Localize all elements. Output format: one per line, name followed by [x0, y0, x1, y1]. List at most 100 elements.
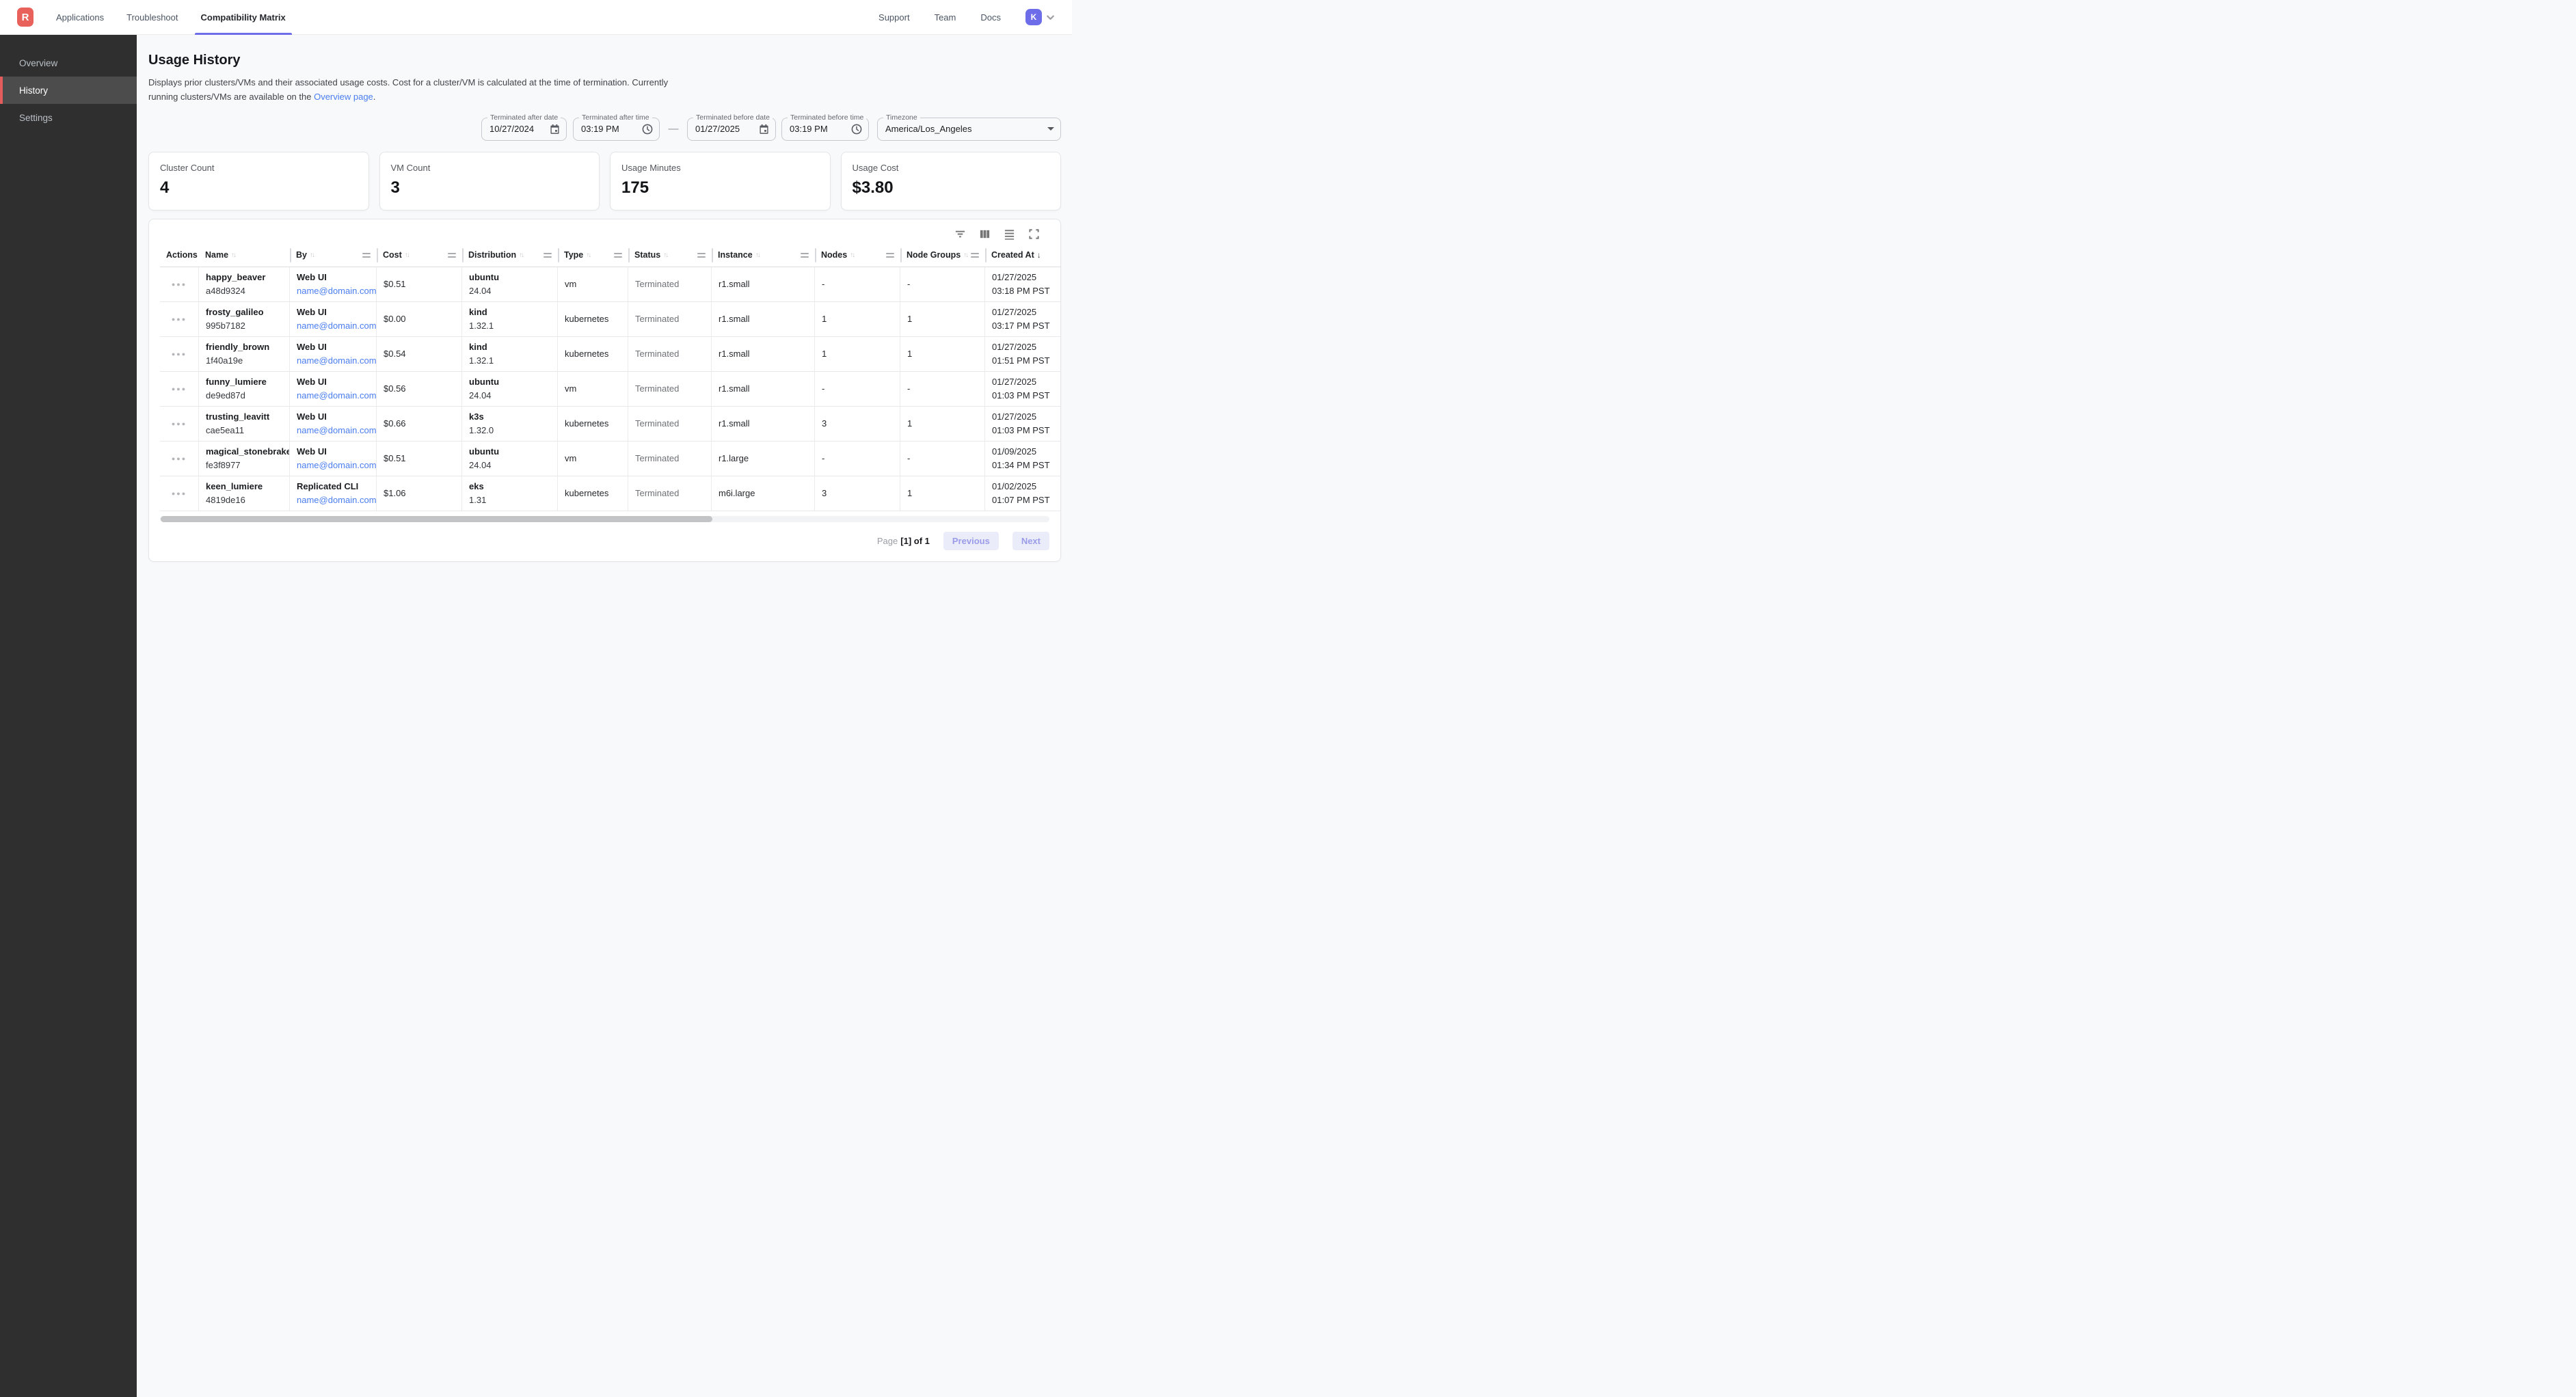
email-link[interactable]: name@domain.com	[297, 425, 376, 435]
instance-cell: r1.small	[712, 407, 815, 441]
row-menu-icon[interactable]: ●●●	[172, 490, 187, 497]
sort-icon[interactable]: ↑↓	[310, 252, 314, 259]
sidebar-item-settings[interactable]: Settings	[0, 104, 137, 131]
table-row[interactable]: ●●● funny_lumierede9ed87d Web UIname@dom…	[160, 372, 1061, 407]
email-link[interactable]: name@domain.com	[297, 390, 376, 401]
terminated-after-time-field[interactable]: Terminated after time 03:19 PM	[573, 118, 660, 141]
sort-icon[interactable]: ↑↓	[755, 252, 760, 259]
replicated-logo[interactable]: R	[17, 8, 33, 27]
column-header-cost[interactable]: Cost ↑↓	[377, 244, 462, 267]
nav-item-compatibility-matrix[interactable]: Compatibility Matrix	[201, 0, 286, 35]
terminated-after-date-field[interactable]: Terminated after date 10/27/2024	[481, 118, 567, 141]
column-menu-icon[interactable]	[801, 253, 809, 258]
sidebar-item-history[interactable]: History	[0, 77, 137, 104]
column-menu-icon[interactable]	[697, 253, 706, 258]
actions-cell: ●●●	[160, 302, 199, 336]
table-row[interactable]: ●●● magical_stonebrakerfe3f8977 Web UIna…	[160, 442, 1061, 476]
nav-item-docs[interactable]: Docs	[980, 0, 1001, 35]
terminated-before-time-field[interactable]: Terminated before time 03:19 PM	[781, 118, 869, 141]
stat-card-vm-count: VM Count 3	[379, 152, 600, 211]
name-cell: trusting_leavittcae5ea11	[199, 407, 290, 441]
name-cell: friendly_brown1f40a19e	[199, 337, 290, 371]
filter-icon[interactable]	[954, 228, 966, 240]
status-cell: Terminated	[628, 337, 712, 371]
fullscreen-icon[interactable]	[1028, 228, 1040, 240]
column-header-status[interactable]: Status ↑↓	[628, 244, 712, 267]
sort-desc-icon[interactable]: ↓	[1037, 250, 1041, 260]
row-menu-icon[interactable]: ●●●	[172, 455, 187, 462]
sort-icon[interactable]: ↑↓	[850, 252, 854, 259]
usage-history-table: Actions Name ↑↓ By ↑↓ Cost ↑↓ Distri	[160, 244, 1061, 511]
page-description: Displays prior clusters/VMs and their as…	[148, 75, 690, 105]
avatar[interactable]: K	[1025, 9, 1042, 25]
column-menu-icon[interactable]	[886, 253, 894, 258]
page-title: Usage History	[148, 53, 1061, 68]
column-header-distribution[interactable]: Distribution ↑↓	[462, 244, 558, 267]
email-link[interactable]: name@domain.com	[297, 460, 376, 470]
row-menu-icon[interactable]: ●●●	[172, 351, 187, 357]
row-menu-icon[interactable]: ●●●	[172, 316, 187, 323]
sort-icon[interactable]: ↑↓	[231, 252, 235, 259]
column-header-node-groups[interactable]: Node Groups ↑↓	[900, 244, 985, 267]
nav-item-team[interactable]: Team	[935, 0, 956, 35]
sort-icon[interactable]: ↑↓	[663, 252, 667, 259]
density-icon[interactable]	[1004, 228, 1015, 240]
row-menu-icon[interactable]: ●●●	[172, 385, 187, 392]
overview-page-link[interactable]: Overview page	[314, 92, 373, 102]
table-row[interactable]: ●●● keen_lumiere4819de16 Replicated CLIn…	[160, 476, 1061, 511]
column-menu-icon[interactable]	[544, 253, 552, 258]
table-row[interactable]: ●●● friendly_brown1f40a19e Web UIname@do…	[160, 337, 1061, 372]
previous-button[interactable]: Previous	[943, 532, 999, 550]
sort-icon[interactable]: ↑↓	[405, 252, 409, 259]
next-button[interactable]: Next	[1012, 532, 1049, 550]
email-link[interactable]: name@domain.com	[297, 355, 376, 366]
status-cell: Terminated	[628, 442, 712, 476]
columns-icon[interactable]	[979, 228, 991, 240]
timezone-select[interactable]: Timezone America/Los_Angeles	[877, 118, 1061, 141]
terminated-before-date-field[interactable]: Terminated before date 01/27/2025	[687, 118, 776, 141]
nodes-cell: -	[815, 267, 900, 301]
column-header-instance[interactable]: Instance ↑↓	[712, 244, 815, 267]
calendar-icon[interactable]	[759, 124, 769, 135]
nodes-cell: 1	[815, 302, 900, 336]
date-range-separator: —	[660, 123, 687, 135]
column-header-nodes[interactable]: Nodes ↑↓	[815, 244, 900, 267]
column-header-type[interactable]: Type ↑↓	[558, 244, 628, 267]
type-cell: kubernetes	[558, 337, 628, 371]
column-header-name[interactable]: Name ↑↓	[199, 244, 290, 267]
usage-history-table-card: Actions Name ↑↓ By ↑↓ Cost ↑↓ Distri	[148, 219, 1061, 562]
email-link[interactable]: name@domain.com	[297, 286, 376, 296]
email-link[interactable]: name@domain.com	[297, 495, 376, 505]
nav-item-support[interactable]: Support	[878, 0, 910, 35]
chevron-down-icon[interactable]	[1045, 12, 1056, 23]
distribution-cell: ubuntu24.04	[462, 442, 558, 476]
column-menu-icon[interactable]	[448, 253, 456, 258]
sort-icon[interactable]: ↑↓	[519, 252, 523, 259]
sort-icon[interactable]: ↑↓	[963, 252, 967, 259]
column-header-by[interactable]: By ↑↓	[290, 244, 377, 267]
nodes-cell: -	[815, 442, 900, 476]
column-menu-icon[interactable]	[971, 253, 979, 258]
horizontal-scrollbar[interactable]	[160, 516, 1049, 522]
sort-icon[interactable]: ↑↓	[586, 252, 590, 259]
column-menu-icon[interactable]	[362, 253, 371, 258]
row-menu-icon[interactable]: ●●●	[172, 281, 187, 288]
column-menu-icon[interactable]	[614, 253, 622, 258]
table-row[interactable]: ●●● happy_beavera48d9324 Web UIname@doma…	[160, 267, 1061, 302]
column-header-created-at[interactable]: Created At ↓	[985, 244, 1061, 267]
clock-icon[interactable]	[851, 124, 862, 135]
node-groups-cell: 1	[900, 476, 985, 511]
nav-item-troubleshoot[interactable]: Troubleshoot	[126, 0, 178, 35]
row-menu-icon[interactable]: ●●●	[172, 420, 187, 427]
instance-cell: r1.small	[712, 372, 815, 406]
nav-item-applications[interactable]: Applications	[56, 0, 104, 35]
calendar-icon[interactable]	[550, 124, 560, 135]
table-row[interactable]: ●●● frosty_galileo995b7182 Web UIname@do…	[160, 302, 1061, 337]
email-link[interactable]: name@domain.com	[297, 321, 376, 331]
sidebar-item-overview[interactable]: Overview	[0, 49, 137, 77]
scrollbar-thumb[interactable]	[161, 516, 712, 522]
clock-icon[interactable]	[642, 124, 653, 135]
table-row[interactable]: ●●● trusting_leavittcae5ea11 Web UIname@…	[160, 407, 1061, 442]
name-cell: keen_lumiere4819de16	[199, 476, 290, 511]
distribution-cell: ubuntu24.04	[462, 372, 558, 406]
